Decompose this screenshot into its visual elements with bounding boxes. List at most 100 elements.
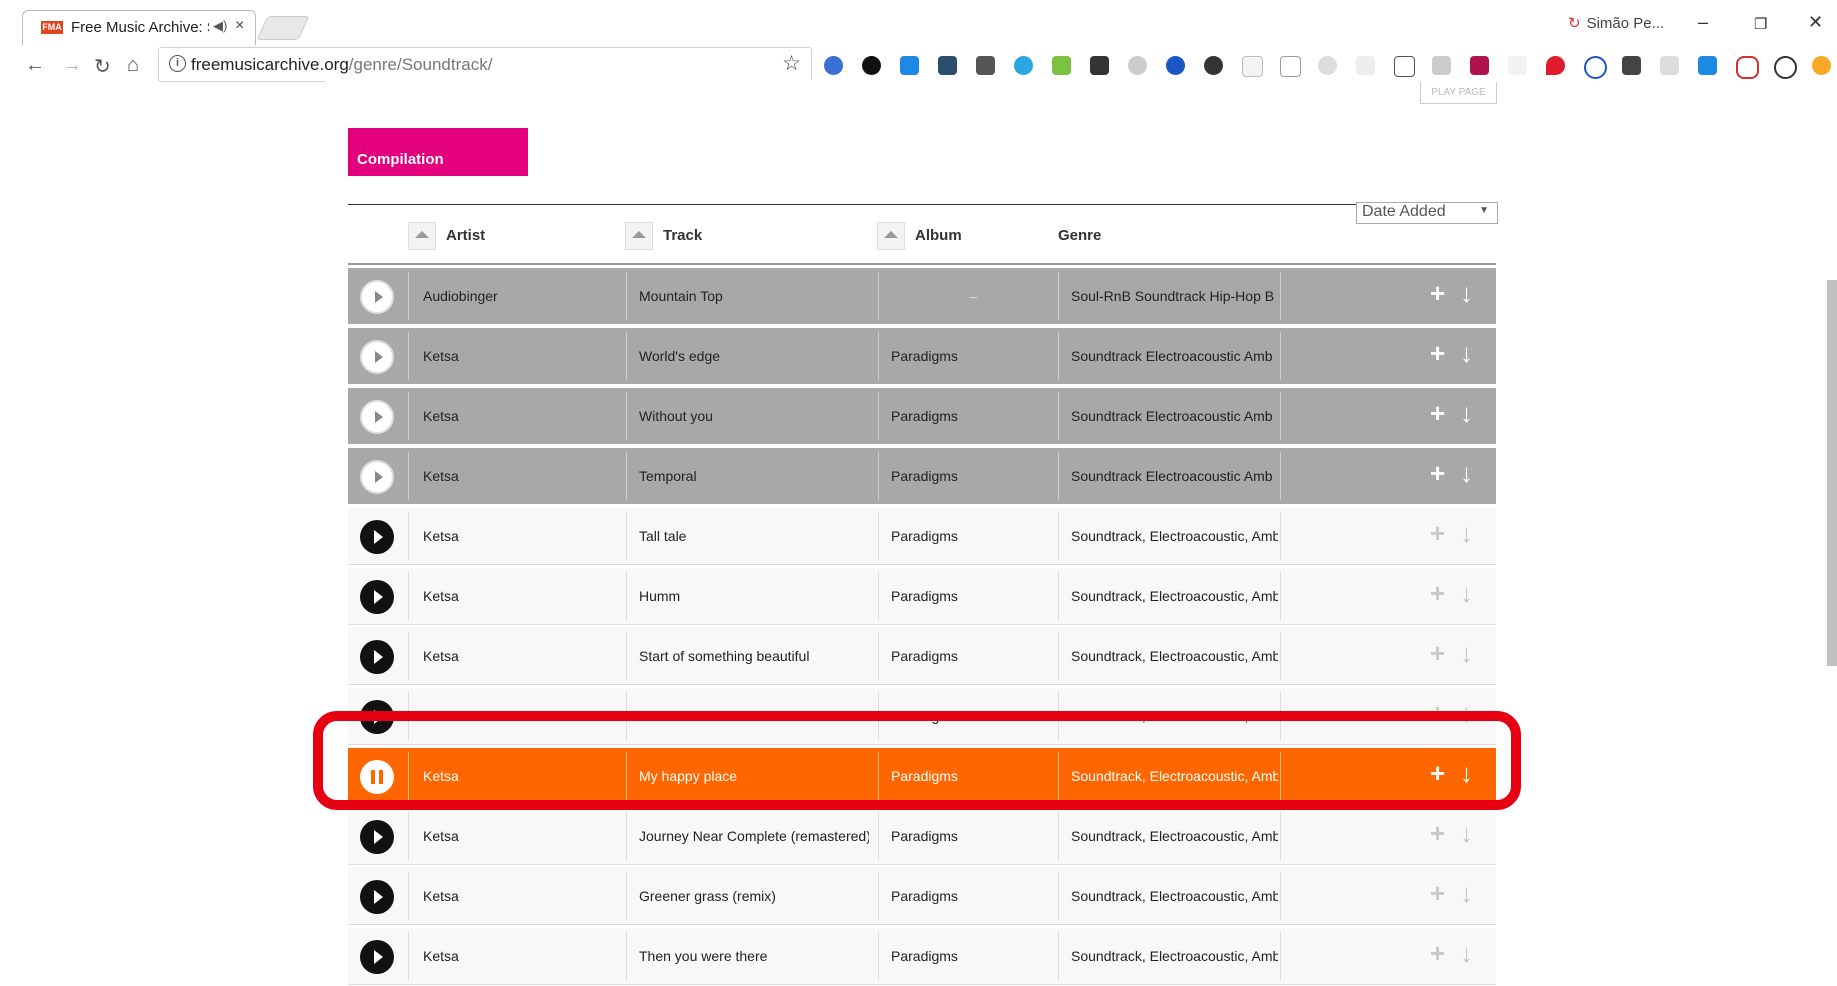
extension-icon[interactable] bbox=[900, 56, 919, 75]
track-title-link[interactable]: Then you were there bbox=[639, 928, 869, 984]
track-artist-link[interactable]: Ketsa bbox=[423, 568, 613, 624]
download-icon[interactable]: ↓ bbox=[1460, 398, 1473, 428]
play-icon[interactable] bbox=[360, 520, 394, 554]
extension-icon[interactable] bbox=[1584, 56, 1607, 79]
extension-icon[interactable] bbox=[1774, 56, 1797, 79]
extension-icon[interactable] bbox=[1128, 56, 1147, 75]
page-scrollbar[interactable] bbox=[1827, 280, 1837, 666]
play-page-button[interactable]: PLAY PAGE bbox=[1420, 82, 1497, 104]
back-icon[interactable]: ← bbox=[25, 54, 45, 77]
extension-icon[interactable] bbox=[1470, 56, 1489, 75]
track-album-link[interactable]: Paradigms bbox=[891, 628, 1056, 684]
track-genre-links[interactable]: Soundtrack, Electroacoustic, Amb bbox=[1071, 628, 1278, 684]
cast-icon[interactable] bbox=[1394, 56, 1415, 77]
extension-icon[interactable] bbox=[1432, 56, 1451, 75]
extension-icon[interactable] bbox=[1356, 56, 1375, 75]
download-icon[interactable]: ↓ bbox=[1460, 458, 1473, 488]
play-icon[interactable] bbox=[360, 580, 394, 614]
download-icon[interactable]: ↓ bbox=[1460, 518, 1473, 548]
track-album-link[interactable]: Paradigms bbox=[891, 508, 1056, 564]
sort-track-button[interactable] bbox=[625, 222, 653, 250]
track-row[interactable]: Audiobinger Mountain Top – Soul-RnB Soundtr… bbox=[348, 268, 1496, 324]
restore-icon[interactable]: ❐ bbox=[1754, 15, 1767, 33]
extension-icon[interactable] bbox=[1546, 56, 1565, 75]
track-title-link[interactable]: Humm bbox=[639, 568, 869, 624]
track-genre-links[interactable]: Soundtrack, Electroacoustic, Amb bbox=[1071, 928, 1278, 984]
track-genre-links[interactable]: Soundtrack, Electroacoustic, Amb bbox=[1071, 508, 1278, 564]
track-title-link[interactable]: Temporal bbox=[639, 448, 869, 504]
track-genre-links[interactable]: Soul-RnB Soundtrack Hip-Hop B bbox=[1071, 268, 1278, 324]
track-album-link[interactable]: – bbox=[891, 268, 1056, 324]
track-album-link[interactable]: Paradigms bbox=[891, 388, 1056, 444]
extension-icon[interactable] bbox=[1242, 56, 1263, 77]
sort-select[interactable]: Date Added ▼ bbox=[1356, 202, 1498, 224]
add-to-playlist-icon[interactable]: + bbox=[1430, 338, 1445, 368]
track-title-link[interactable]: Tall tale bbox=[639, 508, 869, 564]
add-to-playlist-icon[interactable]: + bbox=[1430, 938, 1445, 968]
play-icon[interactable] bbox=[360, 820, 394, 854]
track-row[interactable]: Ketsa Humm Paradigms Soundtrack, Electroaco… bbox=[348, 568, 1496, 625]
download-icon[interactable]: ↓ bbox=[1460, 878, 1473, 908]
track-row[interactable]: Ketsa Tall tale Paradigms Soundtrack, Elect… bbox=[348, 508, 1496, 565]
track-artist-link[interactable]: Ketsa bbox=[423, 928, 613, 984]
extension-icon[interactable] bbox=[1166, 56, 1185, 75]
track-artist-link[interactable]: Ketsa bbox=[423, 448, 613, 504]
track-title-link[interactable]: Journey Near Complete (remastered) bbox=[639, 808, 869, 864]
bookmark-star-icon[interactable]: ☆ bbox=[782, 51, 801, 76]
play-icon[interactable] bbox=[360, 880, 394, 914]
track-row[interactable]: Ketsa Greener grass (remix) Paradigms Sound… bbox=[348, 868, 1496, 925]
play-icon[interactable] bbox=[360, 280, 394, 314]
add-to-playlist-icon[interactable]: + bbox=[1430, 818, 1445, 848]
track-genre-links[interactable]: Soundtrack Electroacoustic Amb bbox=[1071, 328, 1278, 384]
address-bar[interactable]: i freemusicarchive.org/genre/Soundtrack/… bbox=[158, 47, 812, 82]
track-album-link[interactable]: Paradigms bbox=[891, 868, 1056, 924]
forward-icon[interactable]: → bbox=[62, 54, 82, 77]
extension-icon[interactable] bbox=[1698, 56, 1717, 75]
extension-icon[interactable] bbox=[976, 56, 995, 75]
header-track[interactable]: Track bbox=[663, 220, 702, 252]
track-genre-links[interactable]: Soundtrack, Electroacoustic, Amb bbox=[1071, 568, 1278, 624]
track-artist-link[interactable]: Ketsa bbox=[423, 808, 613, 864]
add-to-playlist-icon[interactable]: + bbox=[1430, 518, 1445, 548]
browser-tab[interactable]: FMA Free Music Archive: So ◀) × bbox=[22, 10, 256, 45]
track-album-link[interactable]: Paradigms bbox=[891, 808, 1056, 864]
track-row[interactable]: Ketsa Then you were there Paradigms Soundtr… bbox=[348, 928, 1496, 985]
add-to-playlist-icon[interactable]: + bbox=[1430, 458, 1445, 488]
track-artist-link[interactable]: Ketsa bbox=[423, 508, 613, 564]
add-to-playlist-icon[interactable]: + bbox=[1430, 638, 1445, 668]
add-to-playlist-icon[interactable]: + bbox=[1430, 278, 1445, 308]
track-album-link[interactable]: Paradigms bbox=[891, 328, 1056, 384]
download-icon[interactable]: ↓ bbox=[1460, 278, 1473, 308]
track-artist-link[interactable]: Audiobinger bbox=[423, 268, 613, 324]
track-artist-link[interactable]: Ketsa bbox=[423, 328, 613, 384]
extension-icon[interactable] bbox=[1622, 56, 1641, 75]
header-artist[interactable]: Artist bbox=[446, 220, 485, 252]
compilation-label[interactable]: Compilation bbox=[348, 128, 528, 176]
download-icon[interactable]: ↓ bbox=[1460, 938, 1473, 968]
track-title-link[interactable]: Mountain Top bbox=[639, 268, 869, 324]
download-icon[interactable]: ↓ bbox=[1460, 578, 1473, 608]
track-album-link[interactable]: Paradigms bbox=[891, 568, 1056, 624]
add-to-playlist-icon[interactable]: + bbox=[1430, 578, 1445, 608]
header-album[interactable]: Album bbox=[915, 220, 962, 252]
extension-icon[interactable] bbox=[1660, 56, 1679, 75]
play-icon[interactable] bbox=[360, 640, 394, 674]
track-row[interactable]: Ketsa Start of something beautiful Paradig… bbox=[348, 628, 1496, 685]
extension-icon[interactable] bbox=[1318, 56, 1337, 75]
track-title-link[interactable]: Greener grass (remix) bbox=[639, 868, 869, 924]
track-artist-link[interactable]: Ketsa bbox=[423, 628, 613, 684]
track-row[interactable]: Ketsa World's edge Paradigms Soundtrack Ele… bbox=[348, 328, 1496, 384]
extension-icon[interactable] bbox=[1014, 56, 1033, 75]
download-icon[interactable]: ↓ bbox=[1460, 818, 1473, 848]
track-genre-links[interactable]: Soundtrack Electroacoustic Amb bbox=[1071, 448, 1278, 504]
close-tab-icon[interactable]: × bbox=[235, 17, 244, 35]
minimize-icon[interactable]: – bbox=[1698, 12, 1708, 33]
microphone-icon[interactable] bbox=[1736, 56, 1759, 79]
audio-playing-icon[interactable]: ◀) bbox=[213, 18, 227, 34]
new-tab-button[interactable] bbox=[256, 16, 310, 40]
track-artist-link[interactable]: Ketsa bbox=[423, 388, 613, 444]
download-icon[interactable]: ↓ bbox=[1460, 638, 1473, 668]
add-to-playlist-icon[interactable]: + bbox=[1430, 398, 1445, 428]
play-icon[interactable] bbox=[360, 340, 394, 374]
track-artist-link[interactable]: Ketsa bbox=[423, 868, 613, 924]
